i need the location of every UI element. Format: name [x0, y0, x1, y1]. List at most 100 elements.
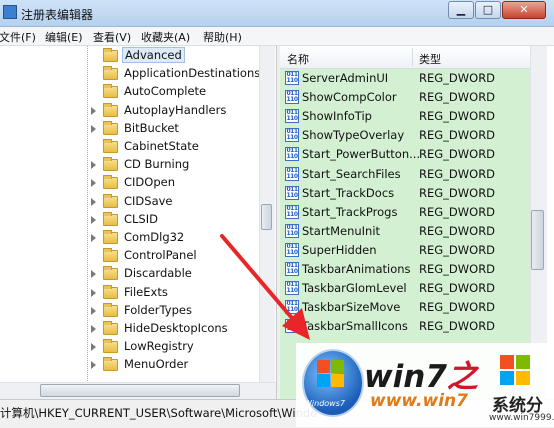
expand-arrow-icon[interactable]	[91, 270, 96, 279]
column-header-type[interactable]: 类型	[419, 51, 441, 67]
tree-item-label: BitBucket	[124, 120, 179, 135]
expand-arrow-icon[interactable]	[91, 197, 96, 206]
tree-item-label: MenuOrder	[124, 357, 189, 372]
value-name: TaskbarSmallIcons	[302, 319, 408, 334]
list-scroll-thumb[interactable]	[531, 210, 544, 270]
menu-edit[interactable]: 编辑(E)	[45, 29, 83, 45]
tree-hscroll-thumb[interactable]	[40, 384, 240, 397]
value-type: REG_DWORD	[419, 147, 496, 162]
tree-item[interactable]: AutoComplete	[0, 83, 260, 101]
value-row[interactable]: 011 110 ShowTypeOverlay REG_DWORD	[280, 126, 530, 145]
folder-icon	[103, 157, 118, 172]
value-row[interactable]: 011 110 Start_TrackDocs REG_DWORD	[280, 184, 530, 203]
regedit-app-icon	[3, 5, 17, 19]
column-header-name[interactable]: 名称	[287, 51, 309, 67]
reg-dword-icon: 011 110	[285, 109, 299, 124]
value-row[interactable]: 011 110 StartMenuInit REG_DWORD	[280, 222, 530, 241]
expand-arrow-icon[interactable]	[91, 343, 96, 352]
value-type: REG_DWORD	[419, 262, 496, 276]
value-name: TaskbarGlomLevel	[302, 281, 407, 296]
value-name: ShowInfoTip	[302, 109, 372, 124]
tree-item[interactable]: MenuOrder	[0, 356, 260, 374]
registry-key-tree[interactable]: Advanced ApplicationDestinations AutoCompl…	[0, 46, 276, 399]
reg-dword-icon: 011 110	[285, 147, 299, 162]
folder-icon	[103, 211, 118, 226]
value-row[interactable]: 011 110 Start_TrackProgs REG_DWORD	[280, 203, 530, 222]
expand-arrow-icon[interactable]	[91, 361, 96, 370]
value-row[interactable]: 011 110 Start_PowerButton... REG_DWORD	[280, 145, 530, 164]
value-row[interactable]: 011 110 TaskbarGlomLevel REG_DWORD	[280, 279, 530, 298]
tree-item[interactable]: CIDSave	[0, 193, 260, 211]
menu-favorites[interactable]: 收藏夹(A)	[141, 29, 190, 45]
tree-item-label: CD Burning	[124, 157, 190, 172]
close-button[interactable]: ✕	[502, 1, 546, 19]
value-type: REG_DWORD	[419, 281, 496, 296]
menu-file[interactable]: 文件(F)	[0, 29, 36, 45]
tree-item[interactable]: ApplicationDestinations	[0, 65, 260, 83]
tree-item-label: ComDlg32	[124, 230, 185, 244]
tree-scroll-thumb[interactable]	[261, 204, 272, 230]
watermark-url: www.win7	[370, 391, 468, 411]
tree-item[interactable]: CLSID	[0, 211, 260, 229]
expand-arrow-icon[interactable]	[91, 161, 96, 170]
value-row[interactable]: 011 110 TaskbarSmallIcons REG_DWORD	[280, 317, 530, 336]
microsoft-logo-icon	[500, 355, 530, 385]
windows-flag-icon	[317, 360, 345, 388]
value-row[interactable]: 011 110 TaskbarAnimations REG_DWORD	[280, 260, 530, 279]
column-divider[interactable]	[412, 48, 413, 66]
reg-dword-icon: 011 110	[285, 300, 299, 315]
tree-item[interactable]: BitBucket	[0, 120, 260, 138]
reg-dword-icon: 011 110	[285, 128, 299, 143]
tree-item[interactable]: LowRegistry	[0, 338, 260, 356]
win7-watermark: Windows7 win7之 www.win7 系统分 www.win7999.…	[296, 343, 554, 427]
value-row[interactable]: 011 110 ServerAdminUI REG_DWORD	[280, 69, 530, 88]
tree-item[interactable]: CabinetState	[0, 138, 260, 156]
value-row[interactable]: 011 110 ShowInfoTip REG_DWORD	[280, 107, 530, 126]
tree-item-label: CLSID	[124, 211, 158, 226]
tree-item-label: Discardable	[124, 266, 192, 281]
expand-arrow-icon[interactable]	[91, 179, 96, 188]
value-type: REG_DWORD	[419, 319, 496, 334]
tree-item-label: FolderTypes	[124, 302, 192, 317]
tree-item[interactable]: Advanced	[0, 47, 260, 65]
tree-item[interactable]: CD Burning	[0, 156, 260, 174]
reg-dword-icon: 011 110	[285, 262, 299, 276]
value-type: REG_DWORD	[419, 223, 496, 238]
expand-arrow-icon[interactable]	[91, 288, 96, 297]
maximize-button[interactable]: □	[475, 1, 501, 19]
tree-item[interactable]: ControlPanel	[0, 247, 260, 265]
tree-item[interactable]: CIDOpen	[0, 174, 260, 192]
window-controls: ▁ □ ✕	[447, 1, 546, 20]
menu-view[interactable]: 查看(V)	[93, 29, 131, 45]
tree-item[interactable]: AutoplayHandlers	[0, 102, 260, 120]
value-row[interactable]: 011 110 Start_SearchFiles REG_DWORD	[280, 165, 530, 184]
value-name: TaskbarAnimations	[302, 262, 411, 276]
tree-item[interactable]: HideDesktopIcons	[0, 320, 260, 338]
tree-item-label: ApplicationDestinations	[124, 66, 261, 81]
reg-dword-icon: 011 110	[285, 71, 299, 85]
folder-icon	[103, 357, 118, 372]
expand-arrow-icon[interactable]	[91, 106, 96, 115]
menu-help[interactable]: 帮助(H)	[203, 29, 242, 45]
folder-icon	[103, 266, 118, 281]
expand-arrow-icon[interactable]	[91, 124, 96, 133]
minimize-button[interactable]: ▁	[448, 1, 474, 19]
expand-arrow-icon[interactable]	[91, 306, 96, 315]
tree-item[interactable]: FolderTypes	[0, 302, 260, 320]
value-row[interactable]: 011 110 TaskbarSizeMove REG_DWORD	[280, 298, 530, 317]
value-name: Start_PowerButton...	[302, 147, 421, 162]
value-row[interactable]: 011 110 SuperHidden REG_DWORD	[280, 241, 530, 260]
tree-item[interactable]: ComDlg32	[0, 229, 260, 247]
value-name: ServerAdminUI	[302, 71, 389, 85]
expand-arrow-icon[interactable]	[91, 215, 96, 224]
reg-dword-icon: 011 110	[285, 166, 299, 181]
expand-arrow-icon[interactable]	[91, 325, 96, 333]
tree-item[interactable]: Discardable	[0, 265, 260, 283]
tree-item[interactable]: FileExts	[0, 284, 260, 302]
tree-item-label: FileExts	[124, 284, 168, 299]
value-row[interactable]: 011 110 ShowCompColor REG_DWORD	[280, 88, 530, 107]
value-name: StartMenuInit	[302, 223, 381, 238]
expand-arrow-icon[interactable]	[91, 234, 96, 242]
value-name: ShowCompColor	[302, 90, 397, 105]
watermark-brand: win7之	[364, 351, 478, 396]
